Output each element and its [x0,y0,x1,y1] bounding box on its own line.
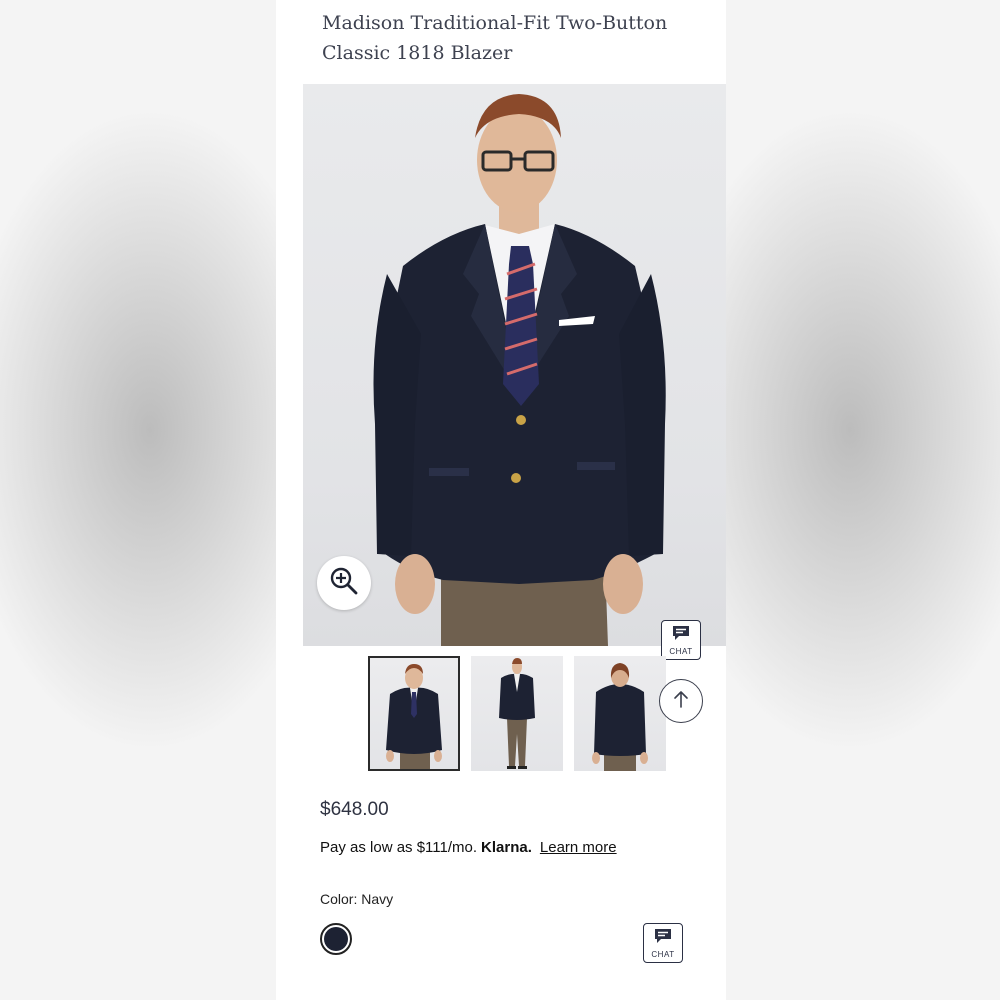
chat-icon [672,625,690,646]
product-price: $648.00 [320,799,389,820]
zoom-in-icon [329,566,359,601]
thumbnail-2[interactable] [471,656,563,771]
swatch-fill [324,927,348,951]
chat-button-top[interactable]: CHAT [661,620,701,660]
chat-label: CHAT [669,646,693,656]
model-illustration [373,94,666,646]
color-selection-label: Color: Navy [320,891,393,907]
thumbnail-front-full [499,658,535,769]
color-label: Color: [320,891,358,907]
thumbnail-back [592,663,648,771]
color-swatch-navy[interactable] [320,923,352,955]
chat-icon [654,928,672,949]
scroll-to-top-button[interactable] [659,679,703,723]
color-value: Navy [361,891,394,907]
product-hero-image[interactable] [303,84,726,646]
arrow-up-icon [673,690,689,713]
klarna-financing: Pay as low as $111/mo. Klarna. Learn more [320,839,617,856]
chat-label: CHAT [651,949,675,959]
klarna-text: Pay as low as $111/mo. [320,839,478,856]
thumbnail-3[interactable] [574,656,666,771]
chat-button-bottom[interactable]: CHAT [643,923,683,963]
product-page: Madison Traditional-Fit Two-Button Class… [276,0,726,1000]
product-title: Madison Traditional-Fit Two-Button Class… [322,12,668,64]
klarna-brand: Klarna. [481,839,532,856]
learn-more-link[interactable]: Learn more [540,839,617,856]
thumbnail-front-closeup [386,664,442,769]
thumbnail-1[interactable] [368,656,460,771]
zoom-button[interactable] [317,556,371,610]
